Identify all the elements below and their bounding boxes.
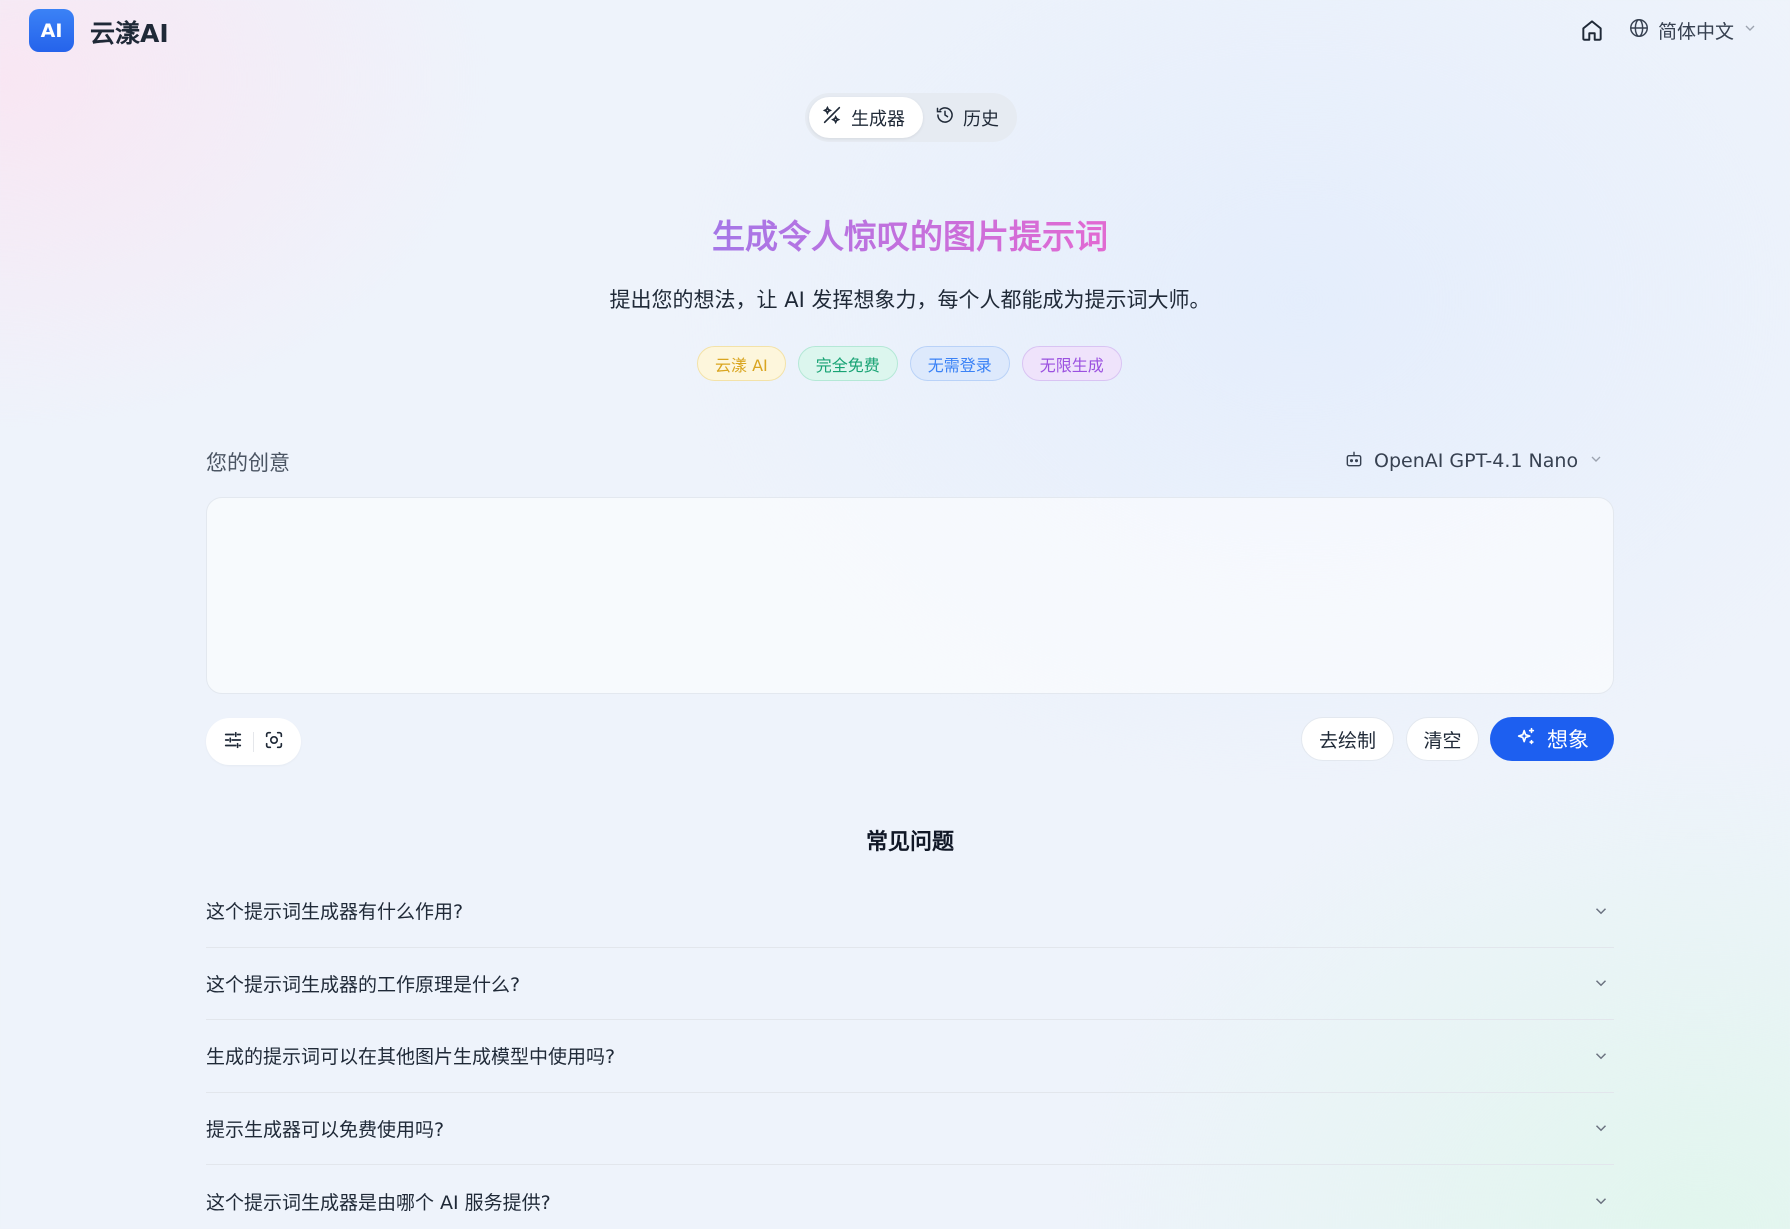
page-title: 生成令人惊叹的图片提示词: [0, 210, 1790, 258]
tab-generator-label: 生成器: [851, 108, 905, 130]
imagine-button-label: 想象: [1547, 728, 1589, 752]
faq-item[interactable]: 这个提示词生成器有什么作用?: [206, 875, 1614, 948]
sparkle-icon: [1515, 726, 1537, 753]
tab-generator[interactable]: 生成器: [809, 97, 923, 138]
badge-brand: 云漾 AI: [697, 346, 786, 381]
language-selector[interactable]: 简体中文: [1628, 14, 1758, 46]
idea-input[interactable]: [206, 497, 1614, 694]
tab-history-label: 历史: [963, 108, 999, 130]
history-icon: [935, 105, 955, 130]
input-tools: [206, 718, 301, 765]
faq-question: 这个提示词生成器的工作原理是什么?: [206, 973, 521, 996]
faq-question: 这个提示词生成器有什么作用?: [206, 901, 464, 924]
divider: [253, 731, 254, 752]
chevron-down-icon: [1592, 1047, 1610, 1065]
chevron-down-icon: [1588, 451, 1604, 471]
faq-list: 这个提示词生成器有什么作用? 这个提示词生成器的工作原理是什么? 生成的提示词可…: [206, 875, 1614, 1229]
page-subtitle: 提出您的想法，让 AI 发挥想象力，每个人都能成为提示词大师。: [609, 288, 1211, 312]
logo-icon[interactable]: AI: [29, 9, 74, 52]
imagine-button[interactable]: 想象: [1490, 717, 1614, 761]
mode-tabs: 生成器 历史: [805, 93, 1017, 142]
chevron-down-icon: [1592, 902, 1610, 920]
badge-unlimited: 无限生成: [1021, 346, 1122, 381]
home-icon[interactable]: [1579, 17, 1605, 43]
faq-question: 生成的提示词可以在其他图片生成模型中使用吗?: [206, 1046, 616, 1069]
creative-label: 您的创意: [206, 451, 290, 475]
chevron-down-icon: [1592, 974, 1610, 992]
clear-button[interactable]: 清空: [1406, 717, 1479, 761]
faq-title: 常见问题: [865, 830, 954, 855]
header: AI 云漾AI 简体中文: [0, 0, 1790, 60]
chevron-down-icon: [1592, 1119, 1610, 1137]
chevron-down-icon: [1742, 20, 1758, 40]
model-selector[interactable]: OpenAI GPT-4.1 Nano: [1344, 446, 1604, 476]
faq-item[interactable]: 这个提示词生成器的工作原理是什么?: [206, 948, 1614, 1020]
scan-icon: [263, 729, 285, 755]
image-scan-button[interactable]: [260, 728, 288, 756]
sliders-icon: [222, 729, 244, 755]
globe-icon: [1628, 17, 1650, 43]
robot-icon: [1344, 449, 1364, 473]
language-label: 简体中文: [1658, 20, 1735, 43]
settings-sliders-button[interactable]: [219, 728, 247, 756]
draw-button[interactable]: 去绘制: [1301, 717, 1394, 761]
chevron-down-icon: [1592, 1192, 1610, 1210]
feature-badges: 云漾 AI 完全免费 无需登录 无限生成: [697, 346, 1122, 381]
faq-question: 这个提示词生成器是由哪个 AI 服务提供?: [206, 1191, 551, 1214]
badge-free: 完全免费: [797, 346, 898, 381]
model-label: OpenAI GPT-4.1 Nano: [1374, 450, 1579, 472]
faq-item[interactable]: 生成的提示词可以在其他图片生成模型中使用吗?: [206, 1020, 1614, 1093]
faq-item[interactable]: 提示生成器可以免费使用吗?: [206, 1093, 1614, 1165]
faq-question: 提示生成器可以免费使用吗?: [206, 1118, 445, 1141]
magic-wand-icon: [821, 104, 843, 131]
tab-history[interactable]: 历史: [923, 97, 1011, 138]
badge-no-login: 无需登录: [909, 346, 1010, 381]
brand-name[interactable]: 云漾AI: [90, 14, 169, 50]
faq-item[interactable]: 这个提示词生成器是由哪个 AI 服务提供?: [206, 1165, 1614, 1229]
